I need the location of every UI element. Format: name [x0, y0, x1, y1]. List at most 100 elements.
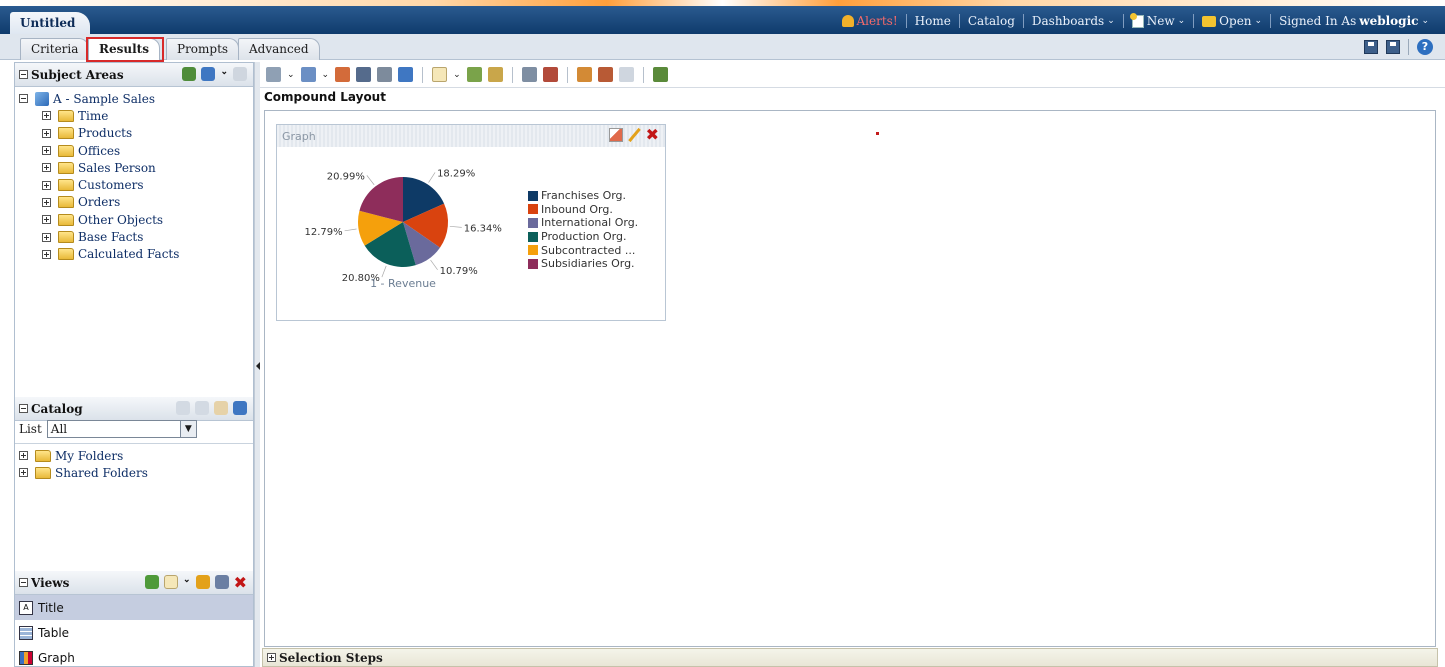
- tab-prompts[interactable]: Prompts: [166, 38, 240, 60]
- new-menu[interactable]: New ⌄: [1122, 12, 1193, 28]
- expand-icon[interactable]: [42, 180, 51, 190]
- collapse-icon[interactable]: [19, 94, 28, 104]
- edit-pencil-icon[interactable]: [627, 127, 641, 143]
- add-subject-area-icon[interactable]: [182, 67, 197, 81]
- expand-icon[interactable]: [42, 111, 51, 121]
- left-panel: Subject Areas ⌄ A - Sample Sales Time Pr…: [14, 62, 254, 667]
- chevron-down-icon[interactable]: ⌄: [287, 70, 295, 80]
- catalog-folder-shared[interactable]: Shared Folders: [19, 464, 249, 481]
- refresh-icon[interactable]: [398, 67, 414, 82]
- sort-icon[interactable]: [652, 67, 668, 82]
- home-link[interactable]: Home: [905, 14, 959, 28]
- panel-splitter[interactable]: [254, 62, 260, 667]
- print-icon[interactable]: [266, 67, 281, 82]
- tree-folder-sales-person[interactable]: Sales Person: [19, 159, 249, 176]
- tree-folder-base-facts[interactable]: Base Facts: [19, 228, 249, 245]
- expand-icon[interactable]: [42, 232, 51, 242]
- refresh-icon[interactable]: [201, 67, 216, 81]
- edit-pencil-icon[interactable]: [214, 401, 228, 415]
- expand-icon[interactable]: [42, 146, 51, 156]
- folder-label: Other Objects: [78, 212, 164, 227]
- preview-icon[interactable]: [356, 67, 372, 82]
- expand-icon[interactable]: [42, 197, 51, 207]
- expand-icon[interactable]: [42, 163, 51, 173]
- view-label: Title: [38, 600, 64, 615]
- catalog-header[interactable]: Catalog: [15, 397, 253, 421]
- format-icon[interactable]: [377, 67, 393, 82]
- tab-criteria[interactable]: Criteria: [20, 38, 90, 60]
- expand-icon[interactable]: [19, 468, 28, 478]
- tree-folder-time[interactable]: Time: [19, 107, 249, 124]
- collapse-icon[interactable]: [19, 70, 28, 79]
- chevron-down-icon[interactable]: ⌄: [453, 70, 461, 80]
- show-results-icon[interactable]: [335, 67, 351, 82]
- delete-layout-icon[interactable]: [618, 67, 634, 82]
- dashboards-menu[interactable]: Dashboards ⌄: [1022, 14, 1123, 28]
- save-icon[interactable]: [1364, 40, 1378, 54]
- delete-icon[interactable]: ✖: [234, 575, 247, 591]
- pie-leader-line: [428, 172, 436, 183]
- expand-icon[interactable]: [42, 249, 51, 259]
- expand-icon[interactable]: [19, 451, 28, 461]
- remove-view-icon[interactable]: ✖: [646, 127, 659, 143]
- calculated-item-icon[interactable]: [487, 67, 503, 82]
- view-item-title[interactable]: A Title: [15, 595, 253, 620]
- expand-icon[interactable]: [42, 215, 51, 225]
- chevron-down-icon[interactable]: ⌄: [220, 67, 228, 81]
- expand-icon[interactable]: [267, 653, 276, 662]
- view-icon[interactable]: [195, 401, 209, 415]
- graph-view-header[interactable]: Graph ✖: [277, 125, 665, 147]
- folder-label: Sales Person: [78, 160, 156, 175]
- edit-pencil-icon[interactable]: [195, 575, 210, 589]
- legend-swatch: [528, 258, 538, 269]
- format-container-icon[interactable]: [608, 128, 623, 142]
- alerts-link[interactable]: Alerts!: [834, 14, 906, 28]
- collapse-icon[interactable]: [19, 404, 28, 413]
- tree-folder-customers[interactable]: Customers: [19, 176, 249, 193]
- remove-icon[interactable]: [542, 67, 558, 82]
- new-view-icon[interactable]: [432, 67, 448, 82]
- legend-label: International Org.: [541, 216, 639, 230]
- tree-root[interactable]: A - Sample Sales: [19, 90, 249, 107]
- filter-icon[interactable]: [233, 67, 247, 81]
- tree-folder-offices[interactable]: Offices: [19, 142, 249, 159]
- duplicate-layout-icon[interactable]: [597, 67, 613, 82]
- pie-leader-line: [381, 265, 387, 278]
- view-item-table[interactable]: Table: [15, 620, 253, 645]
- refresh-icon[interactable]: [233, 401, 247, 415]
- document-tab[interactable]: Untitled: [10, 12, 90, 34]
- compound-layout-icon[interactable]: [521, 67, 537, 82]
- graph-view-container: Graph ✖ 18.29% 16.34% 10.79% 20.80% 12.79% 20…: [276, 124, 666, 321]
- open-menu[interactable]: Open ⌄: [1193, 14, 1270, 28]
- collapse-left-arrow-icon[interactable]: [256, 362, 260, 370]
- catalog-folder-my[interactable]: My Folders: [19, 447, 249, 464]
- tree-folder-other-objects[interactable]: Other Objects: [19, 211, 249, 228]
- help-icon[interactable]: ?: [1417, 39, 1433, 55]
- export-icon[interactable]: [300, 67, 316, 82]
- graph-view-title: Graph: [282, 129, 316, 143]
- tab-advanced[interactable]: Advanced: [238, 38, 320, 60]
- catalog-link[interactable]: Catalog: [958, 14, 1023, 28]
- views-header[interactable]: Views ⌄ ✖: [15, 571, 253, 595]
- catalog-list-select[interactable]: All ▼: [46, 420, 197, 438]
- save-as-icon[interactable]: [1386, 40, 1400, 54]
- duplicate-icon[interactable]: [214, 575, 229, 589]
- tree-folder-orders[interactable]: Orders: [19, 194, 249, 211]
- subject-areas-header[interactable]: Subject Areas ⌄: [15, 63, 253, 87]
- new-view-icon[interactable]: [164, 575, 179, 589]
- expand-icon[interactable]: [42, 128, 51, 138]
- pie-data-label: 12.79%: [305, 227, 343, 238]
- tree-folder-products[interactable]: Products: [19, 125, 249, 142]
- chevron-down-icon[interactable]: ⌄: [322, 70, 330, 80]
- collapse-icon[interactable]: [19, 578, 28, 587]
- add-view-icon[interactable]: [145, 575, 160, 589]
- add-to-criteria-icon[interactable]: [176, 401, 190, 415]
- chevron-down-icon[interactable]: ⌄: [183, 575, 191, 591]
- add-layout-icon[interactable]: [576, 67, 592, 82]
- view-item-graph[interactable]: Graph: [15, 645, 253, 667]
- tree-folder-calculated-facts[interactable]: Calculated Facts: [19, 246, 249, 263]
- user-menu[interactable]: Signed In As weblogic ⌄: [1270, 14, 1437, 28]
- selection-steps-bar[interactable]: Selection Steps: [262, 648, 1438, 667]
- views-tools: ⌄ ✖: [145, 575, 247, 591]
- create-group-icon[interactable]: [466, 67, 482, 82]
